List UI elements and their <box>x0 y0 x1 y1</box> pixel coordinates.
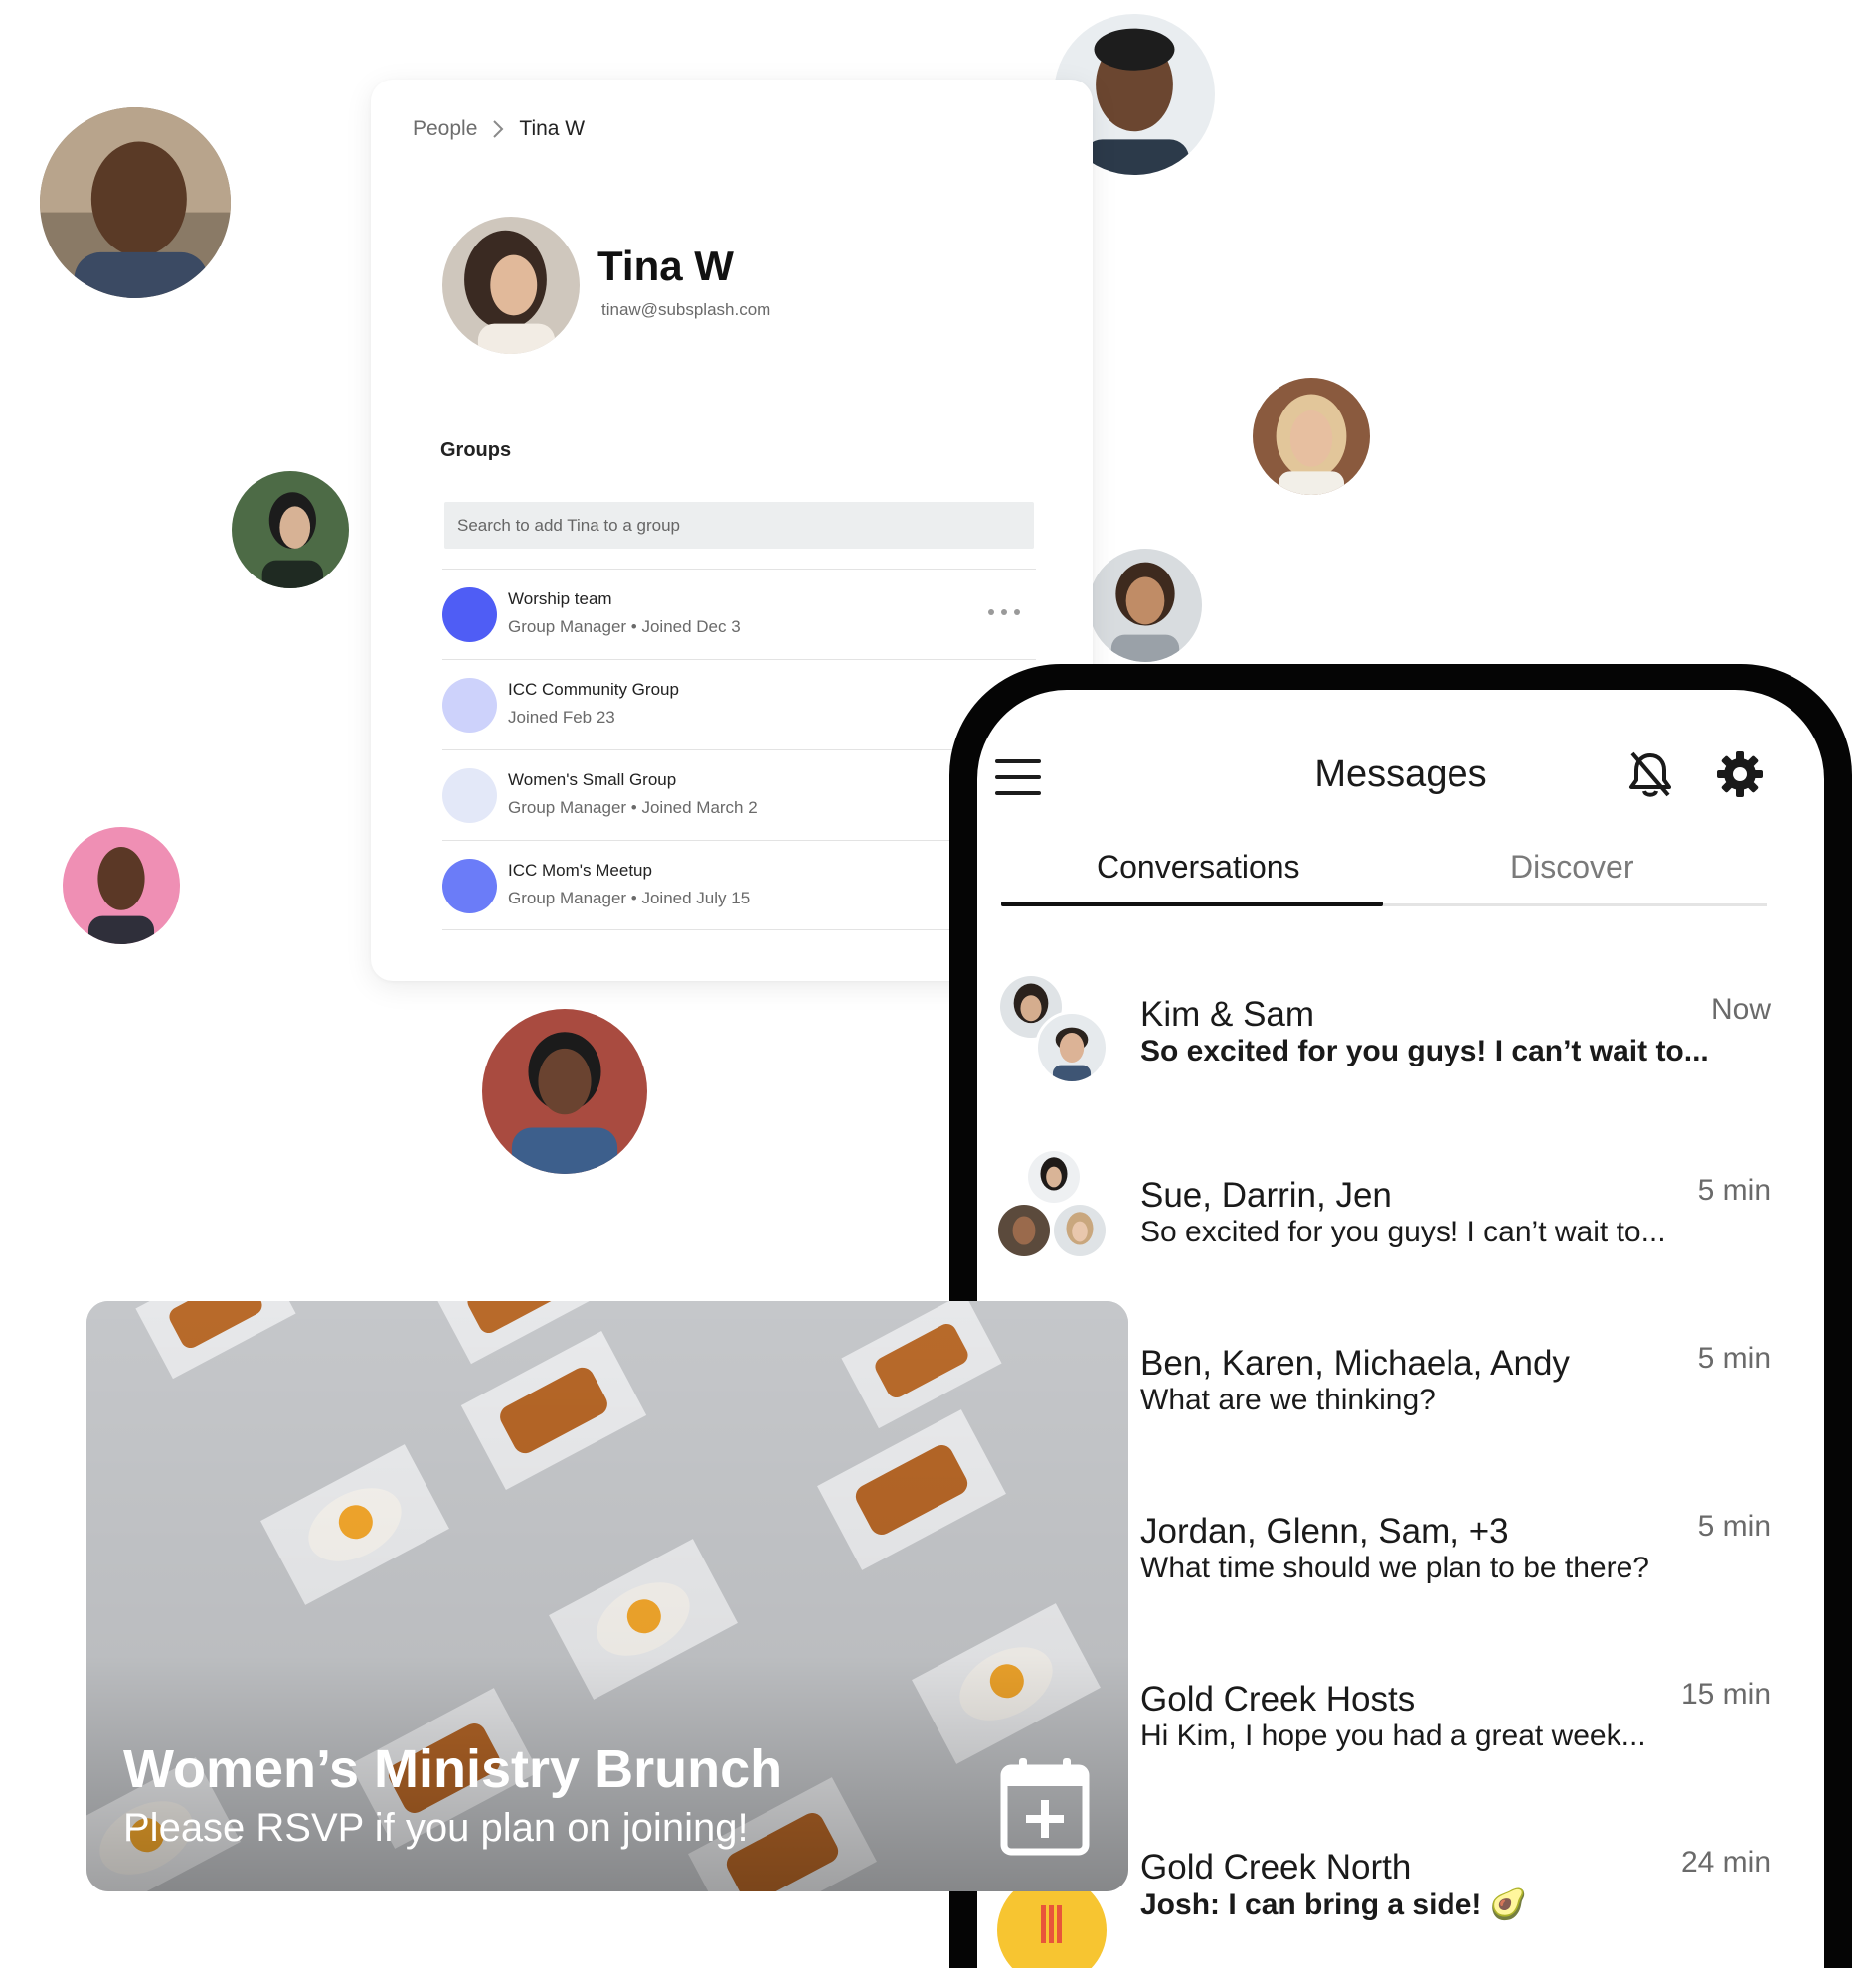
floating-avatar <box>1253 378 1370 495</box>
event-title: Women’s Ministry Brunch <box>123 1739 783 1799</box>
conversation-preview: Hi Kim, I hope you had a great week... <box>1140 1720 1646 1752</box>
conversation-time: 5 min <box>1697 1342 1771 1375</box>
conversation-name: Sue, Darrin, Jen <box>1140 1176 1392 1215</box>
floating-avatar <box>1089 549 1202 662</box>
gear-icon[interactable] <box>1715 749 1765 799</box>
conversation-avatars <box>995 1148 1116 1273</box>
group-meta: Group Manager • Joined July 15 <box>508 889 751 907</box>
conversation-item[interactable]: Sue, Darrin, Jen 5 min So excited for yo… <box>977 1148 1824 1313</box>
group-meta: Joined Feb 23 <box>508 708 615 727</box>
active-tab-indicator <box>1001 902 1383 906</box>
group-name: ICC Community Group <box>508 680 679 699</box>
avatar <box>995 1202 1053 1259</box>
breadcrumb-people-link[interactable]: People <box>413 117 477 141</box>
group-icon <box>442 859 497 913</box>
event-photo <box>86 1301 1128 1891</box>
avatar <box>1051 1202 1109 1259</box>
tab-conversations[interactable]: Conversations <box>1097 849 1300 886</box>
app-header: Messages <box>977 743 1824 813</box>
bell-off-icon[interactable] <box>1626 749 1674 801</box>
groups-heading: Groups <box>440 439 512 461</box>
conversation-time: 5 min <box>1697 1174 1771 1207</box>
floating-avatar <box>232 471 349 588</box>
conversation-name: Jordan, Glenn, Sam, +3 <box>1140 1512 1509 1551</box>
avatar <box>1035 1011 1109 1084</box>
conversation-preview: Josh: I can bring a side! 🥑 <box>1140 1888 1528 1921</box>
group-icon <box>442 678 497 733</box>
group-meta: Group Manager • Joined March 2 <box>508 798 758 817</box>
conversation-time: Now <box>1710 993 1771 1026</box>
conversation-time: 24 min <box>1680 1846 1771 1879</box>
conversation-name: Ben, Karen, Michaela, Andy <box>1140 1344 1570 1383</box>
group-name: ICC Mom's Meetup <box>508 861 652 880</box>
group-list: Worship team Group Manager • Joined Dec … <box>442 569 1036 930</box>
group-name: Women's Small Group <box>508 770 677 789</box>
profile-avatar <box>442 217 580 354</box>
conversation-name: Gold Creek Hosts <box>1140 1680 1416 1719</box>
chevron-right-icon <box>477 117 519 141</box>
message-tabs: Conversations Discover <box>1001 839 1767 906</box>
conversation-preview: What time should we plan to be there? <box>1140 1552 1649 1584</box>
group-row[interactable]: ICC Community Group Joined Feb 23 <box>442 659 1036 749</box>
conversation-preview: So excited for you guys! I can’t wait to… <box>1140 1216 1666 1248</box>
conversation-preview: What are we thinking? <box>1140 1384 1436 1416</box>
tab-discover[interactable]: Discover <box>1510 849 1633 886</box>
group-meta: Group Manager • Joined Dec 3 <box>508 617 741 636</box>
group-name: Worship team <box>508 589 612 608</box>
breadcrumb: People Tina W <box>413 117 585 141</box>
conversation-time: 5 min <box>1697 1510 1771 1543</box>
floating-avatar <box>63 827 180 944</box>
conversation-name: Kim & Sam <box>1140 995 1315 1034</box>
conversation-name: Gold Creek North <box>1140 1848 1412 1886</box>
app-title: Messages <box>1314 753 1487 795</box>
ellipsis-icon[interactable] <box>988 605 1020 619</box>
conversation-time: 15 min <box>1680 1678 1771 1711</box>
profile-email: tinaw@subsplash.com <box>601 300 771 319</box>
event-subtitle: Please RSVP if you plan on joining! <box>123 1806 749 1850</box>
profile-name: Tina W <box>597 243 734 289</box>
calendar-add-icon[interactable] <box>999 1756 1091 1856</box>
conversation-avatars <box>997 973 1116 1092</box>
group-search-input[interactable] <box>444 502 1034 549</box>
floating-avatar <box>40 107 231 298</box>
floating-avatar <box>482 1009 647 1174</box>
group-row[interactable]: Worship team Group Manager • Joined Dec … <box>442 569 1036 659</box>
group-row[interactable]: ICC Mom's Meetup Group Manager • Joined … <box>442 840 1036 930</box>
conversation-item[interactable]: Kim & Sam Now So excited for you guys! I… <box>977 973 1824 1132</box>
event-card[interactable]: Women’s Ministry Brunch Please RSVP if y… <box>86 1301 1128 1891</box>
conversation-preview: So excited for you guys! I can’t wait to… <box>1140 1035 1709 1067</box>
group-icon <box>442 768 497 823</box>
group-icon <box>442 587 497 642</box>
group-row[interactable]: Women's Small Group Group Manager • Join… <box>442 749 1036 840</box>
avatar <box>1025 1148 1083 1206</box>
breadcrumb-current: Tina W <box>519 117 586 140</box>
